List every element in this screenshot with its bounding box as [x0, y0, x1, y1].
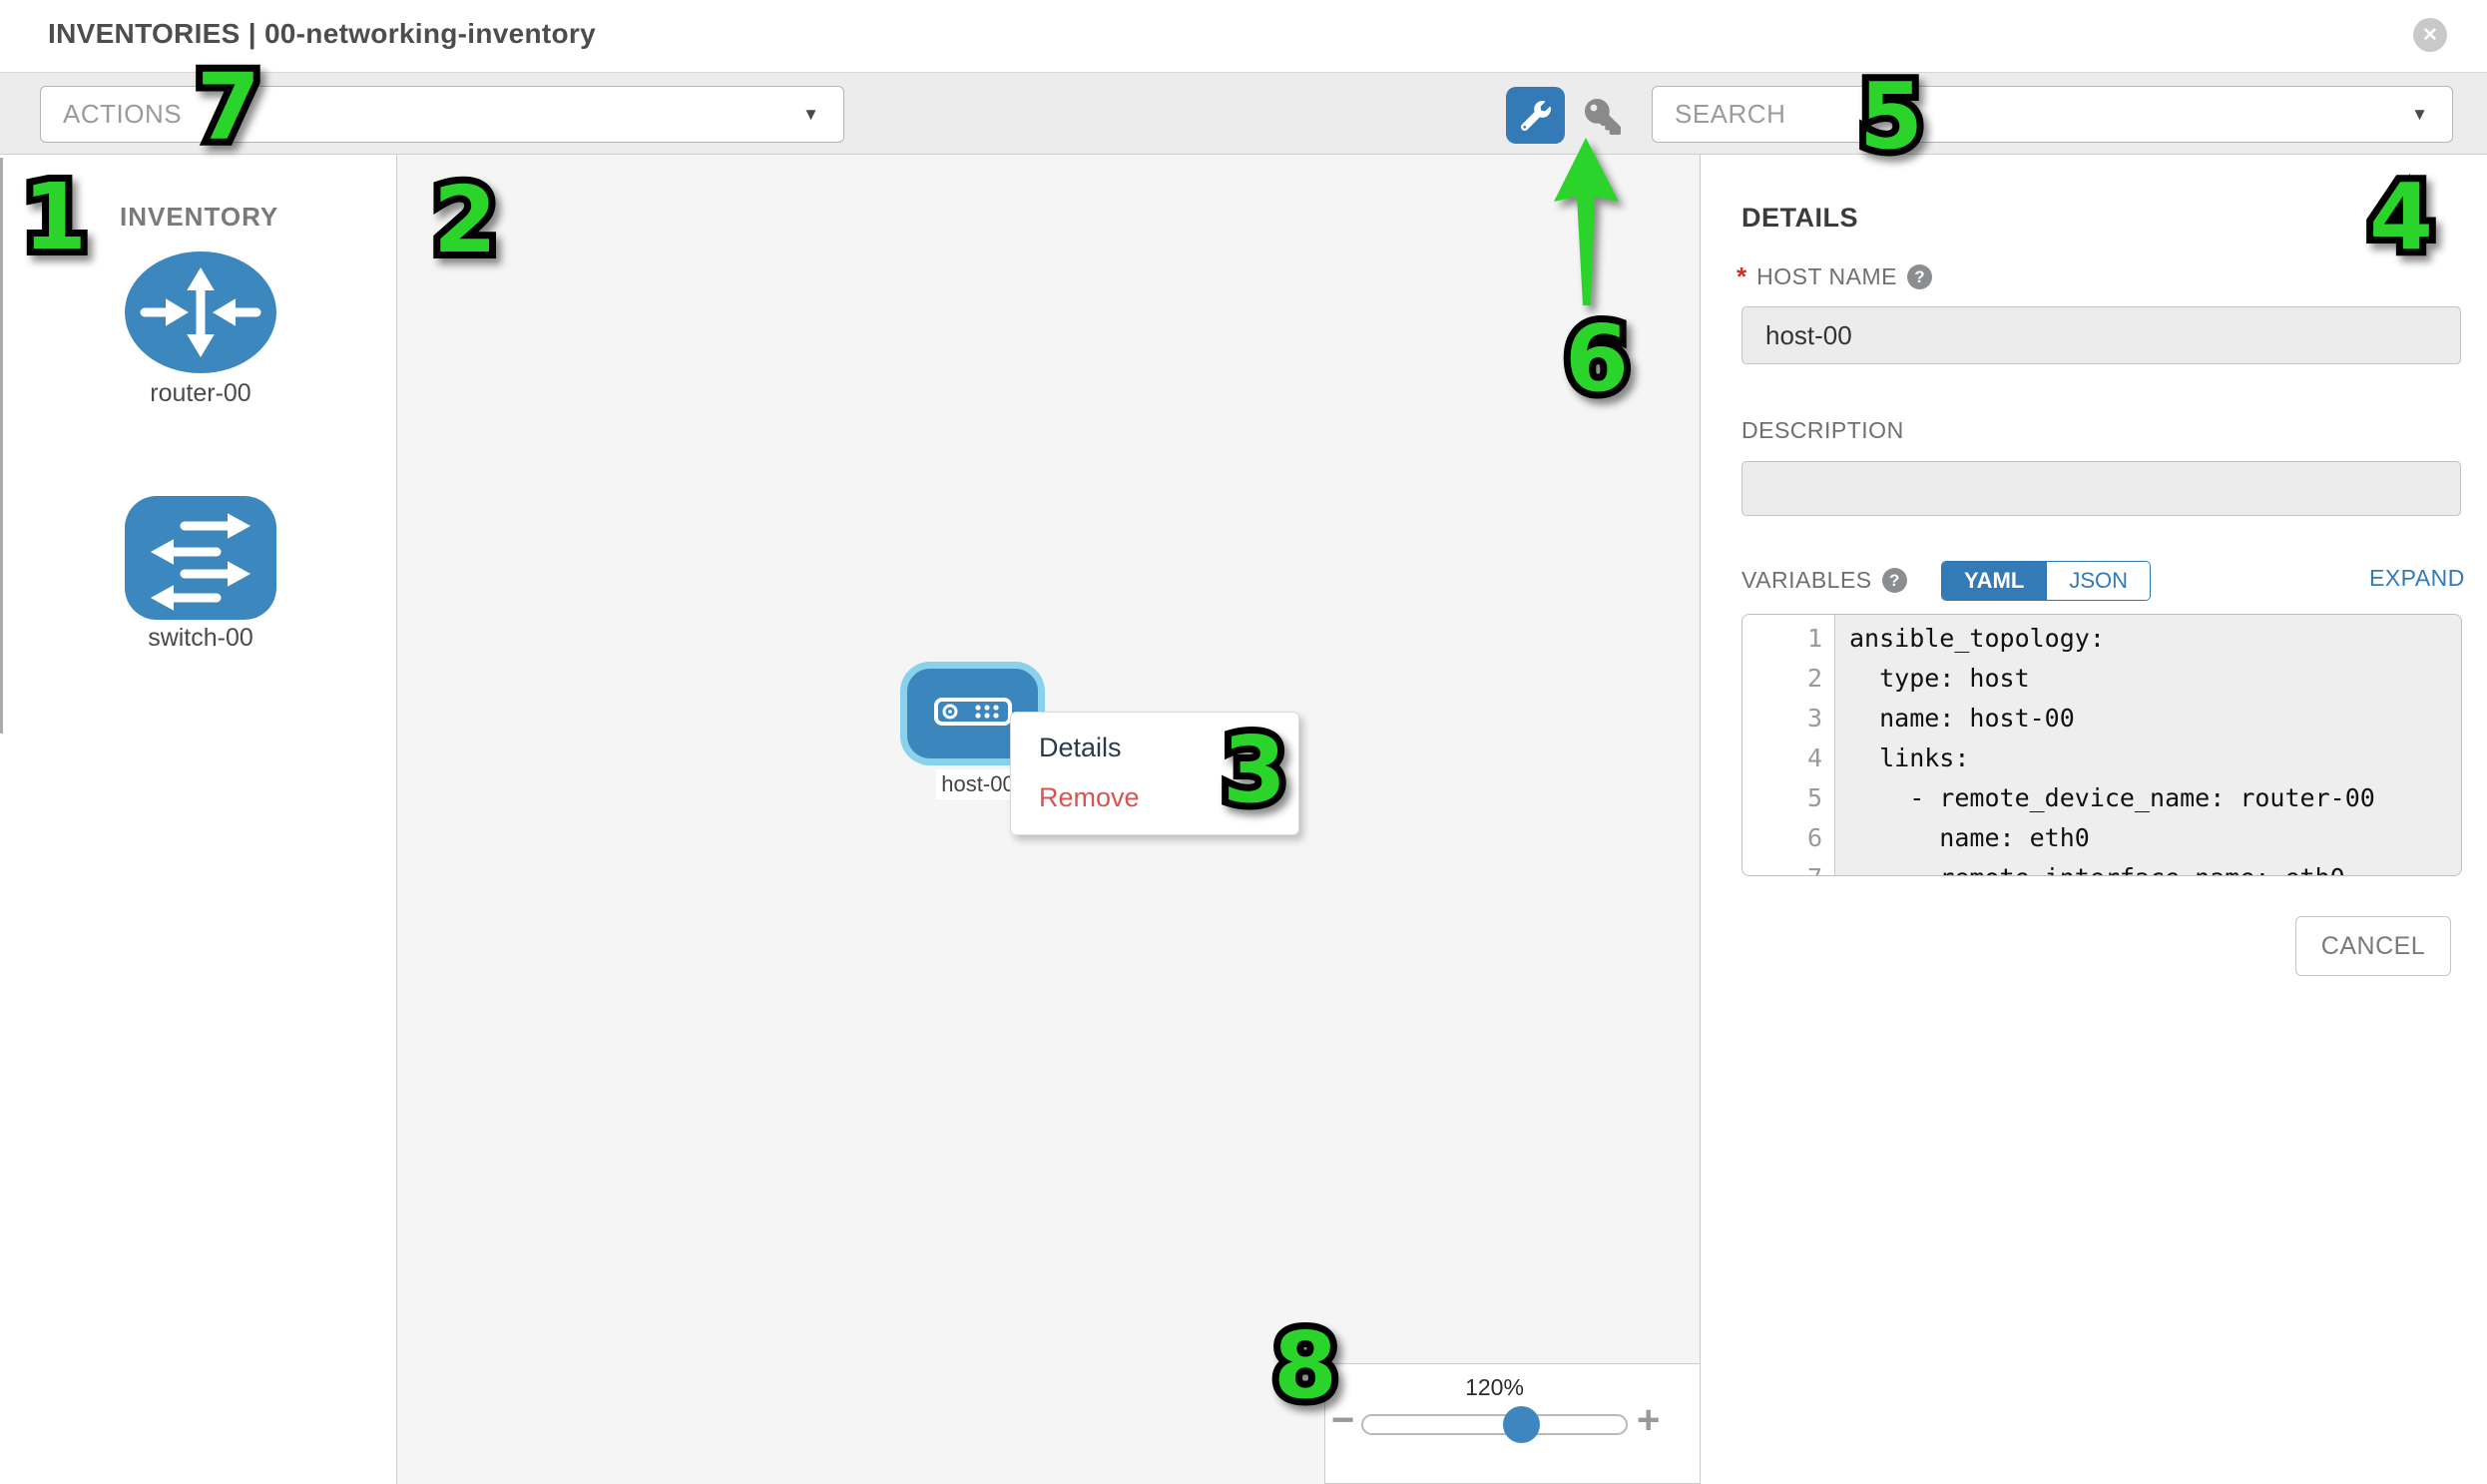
- host-name-input[interactable]: host-00: [1741, 306, 2461, 364]
- caret-down-icon: ▼: [2411, 87, 2428, 142]
- app-root: INVENTORIES | 00-networking-inventory ✕ …: [0, 0, 2487, 1484]
- key-button[interactable]: [1585, 99, 1623, 135]
- line-number: 5: [1742, 778, 1834, 818]
- variables-editor[interactable]: 1 2 3 4 5 6 7 ansible_topology: type: ho…: [1741, 614, 2462, 876]
- toolbox-button[interactable]: [1506, 87, 1565, 144]
- code-line: type: host: [1836, 659, 2461, 699]
- close-icon: ✕: [2422, 24, 2438, 47]
- search-dropdown[interactable]: SEARCH ▼: [1652, 86, 2453, 143]
- sidebar-item-switch[interactable]: [125, 496, 276, 620]
- actions-dropdown[interactable]: ACTIONS ▼: [40, 86, 844, 143]
- zoom-level-label: 120%: [1361, 1374, 1628, 1401]
- cancel-button[interactable]: CANCEL: [2295, 916, 2451, 976]
- page-header: INVENTORIES | 00-networking-inventory ✕: [0, 0, 2487, 72]
- host-node-label: host-00: [936, 769, 1020, 799]
- code-line: links:: [1836, 739, 2461, 778]
- variables-format-toggle: YAML JSON: [1941, 561, 2151, 601]
- variables-label: VARIABLES: [1741, 567, 1872, 594]
- description-input[interactable]: [1741, 461, 2461, 516]
- close-button[interactable]: ✕: [2413, 18, 2447, 52]
- sidebar-item-router[interactable]: [125, 251, 276, 373]
- server-icon: [934, 698, 1012, 726]
- context-menu: Details Remove: [1010, 712, 1299, 835]
- breadcrumb-section: INVENTORIES: [48, 18, 241, 49]
- caret-down-icon: ▼: [802, 87, 819, 142]
- expand-link[interactable]: EXPAND: [2369, 565, 2465, 592]
- zoom-out-button[interactable]: −: [1331, 1400, 1354, 1440]
- help-icon[interactable]: ?: [1882, 568, 1907, 593]
- breadcrumb-item: 00-networking-inventory: [264, 18, 596, 49]
- required-asterisk: *: [1737, 261, 1746, 292]
- zoom-slider-thumb[interactable]: [1503, 1406, 1540, 1443]
- line-number: 1: [1742, 619, 1834, 659]
- sidebar-heading: INVENTORY: [120, 202, 278, 233]
- line-number: 3: [1742, 699, 1834, 739]
- zoom-panel: 120% − +: [1324, 1363, 1701, 1484]
- editor-code: ansible_topology: type: host name: host-…: [1836, 615, 2461, 876]
- details-heading: DETAILS: [1741, 203, 1858, 234]
- router-icon: [125, 251, 276, 373]
- actions-dropdown-label: ACTIONS: [63, 87, 182, 142]
- search-placeholder: SEARCH: [1675, 87, 1785, 142]
- zoom-slider-track[interactable]: [1361, 1414, 1628, 1435]
- description-label: DESCRIPTION: [1741, 417, 1904, 444]
- menu-item-remove[interactable]: Remove: [1011, 772, 1298, 822]
- code-line: - remote_device_name: router-00: [1836, 778, 2461, 818]
- sidebar-scrollbar[interactable]: [0, 158, 3, 734]
- help-icon[interactable]: ?: [1907, 264, 1932, 289]
- code-line: name: host-00: [1836, 699, 2461, 739]
- key-icon: [1585, 99, 1621, 135]
- breadcrumb-separator: |: [249, 18, 256, 49]
- page-title: INVENTORIES | 00-networking-inventory: [48, 18, 596, 50]
- line-number: 2: [1742, 659, 1834, 699]
- line-number: 4: [1742, 739, 1834, 778]
- host-name-field-label: * HOST NAME ?: [1737, 261, 1932, 292]
- line-number: 6: [1742, 818, 1834, 858]
- line-number: 7: [1742, 858, 1834, 876]
- variables-field-label: VARIABLES ?: [1741, 567, 1907, 594]
- switch-label: switch-00: [125, 624, 276, 653]
- zoom-in-button[interactable]: +: [1637, 1400, 1660, 1440]
- editor-gutter: 1 2 3 4 5 6 7: [1742, 615, 1835, 875]
- code-line: name: eth0: [1836, 818, 2461, 858]
- wrench-icon: [1521, 101, 1551, 131]
- router-label: router-00: [125, 379, 276, 408]
- menu-item-details[interactable]: Details: [1011, 723, 1298, 772]
- host-name-label: HOST NAME: [1756, 263, 1897, 290]
- code-line: ansible_topology:: [1836, 619, 2461, 659]
- tab-json[interactable]: JSON: [2046, 562, 2150, 600]
- switch-icon: [125, 496, 276, 620]
- code-line: remote_interface_name: eth0: [1836, 858, 2461, 876]
- tab-yaml[interactable]: YAML: [1942, 562, 2046, 600]
